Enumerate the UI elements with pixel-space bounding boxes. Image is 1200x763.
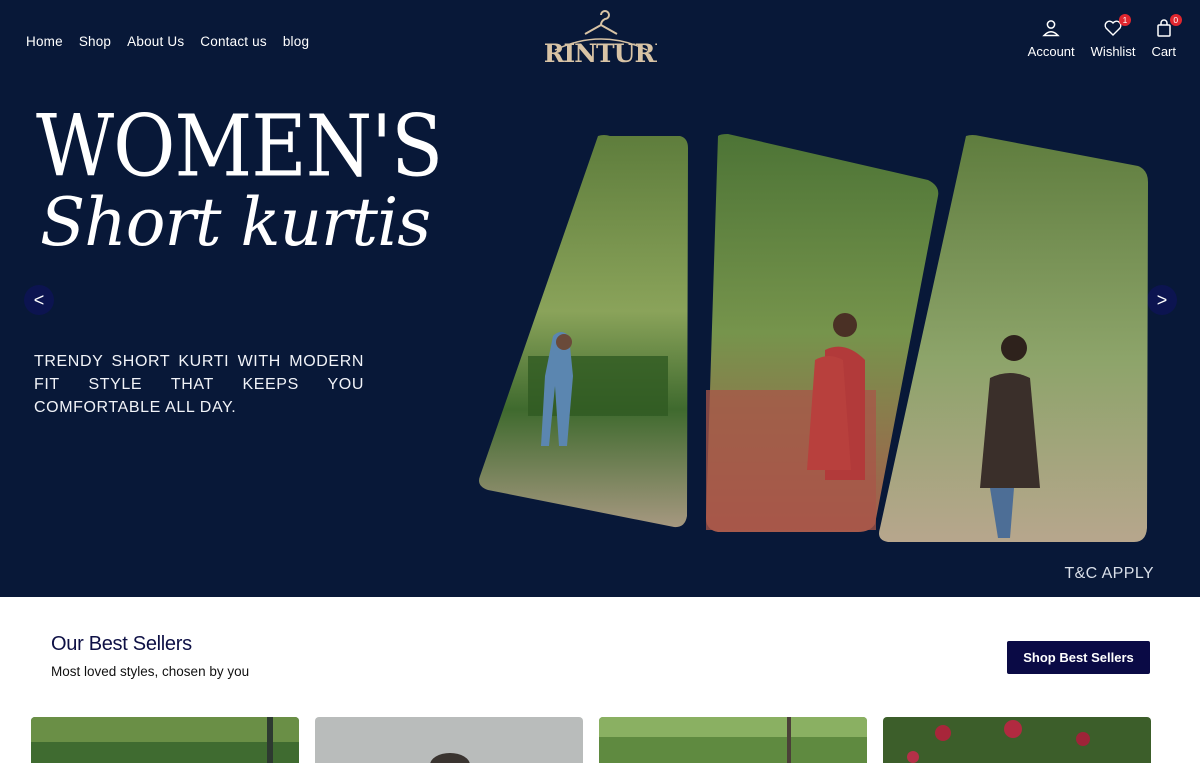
cart-count-badge: 0 xyxy=(1169,14,1182,26)
product-card[interactable] xyxy=(31,717,299,763)
cart-button[interactable]: 0 Cart xyxy=(1151,14,1182,59)
nav-shop[interactable]: Shop xyxy=(79,34,111,49)
nav-contact-us[interactable]: Contact us xyxy=(200,34,267,49)
product-image xyxy=(883,717,1151,763)
bag-icon: 0 xyxy=(1154,14,1182,38)
main-nav: Home Shop About Us Contact us blog xyxy=(26,34,309,49)
hero-banner: Home Shop About Us Contact us blog PRINT… xyxy=(0,0,1200,597)
wishlist-button[interactable]: 1 Wishlist xyxy=(1090,14,1136,59)
hero-photo-collage xyxy=(479,134,1148,542)
best-sellers-heading: Our Best Sellers xyxy=(51,633,192,655)
account-label: Account xyxy=(1027,44,1075,59)
model-photo-1 xyxy=(479,135,688,528)
heart-icon: 1 xyxy=(1103,14,1132,38)
best-sellers-section: Our Best Sellers Most loved styles, chos… xyxy=(0,597,1200,763)
nav-blog[interactable]: blog xyxy=(283,34,309,49)
wishlist-label: Wishlist xyxy=(1090,44,1136,59)
brand-logo[interactable]: PRINTURN xyxy=(545,6,657,76)
account-button[interactable]: Account xyxy=(1028,18,1075,59)
nav-home[interactable]: Home xyxy=(26,34,63,49)
cart-label: Cart xyxy=(1151,44,1176,59)
product-card-row xyxy=(31,717,1151,763)
carousel-prev-button[interactable]: < xyxy=(24,285,54,315)
header-actions: Account 1 Wishlist 0 Cart xyxy=(1028,14,1182,59)
product-card[interactable] xyxy=(599,717,867,763)
product-card[interactable] xyxy=(315,717,583,763)
shop-best-sellers-button[interactable]: Shop Best Sellers xyxy=(1007,641,1150,674)
wishlist-count-badge: 1 xyxy=(1119,14,1132,26)
nav-about-us[interactable]: About Us xyxy=(127,34,184,49)
best-sellers-subheading: Most loved styles, chosen by you xyxy=(51,664,250,679)
terms-note: T&C APPLY xyxy=(1064,565,1154,582)
product-image xyxy=(315,717,583,763)
product-image xyxy=(31,717,299,763)
hanger-logo-icon: PRINTURN xyxy=(545,10,657,68)
product-image xyxy=(599,717,867,763)
hero-title: WOMEN'S xyxy=(36,96,443,196)
hero-subtitle: Short kurtis xyxy=(40,184,431,261)
brand-name: PRINTURN xyxy=(545,39,657,68)
user-icon xyxy=(1041,18,1061,38)
product-card[interactable] xyxy=(883,717,1151,763)
hero-tagline: TRENDY SHORT KURTI WITH MODERN FIT STYLE… xyxy=(34,353,364,416)
